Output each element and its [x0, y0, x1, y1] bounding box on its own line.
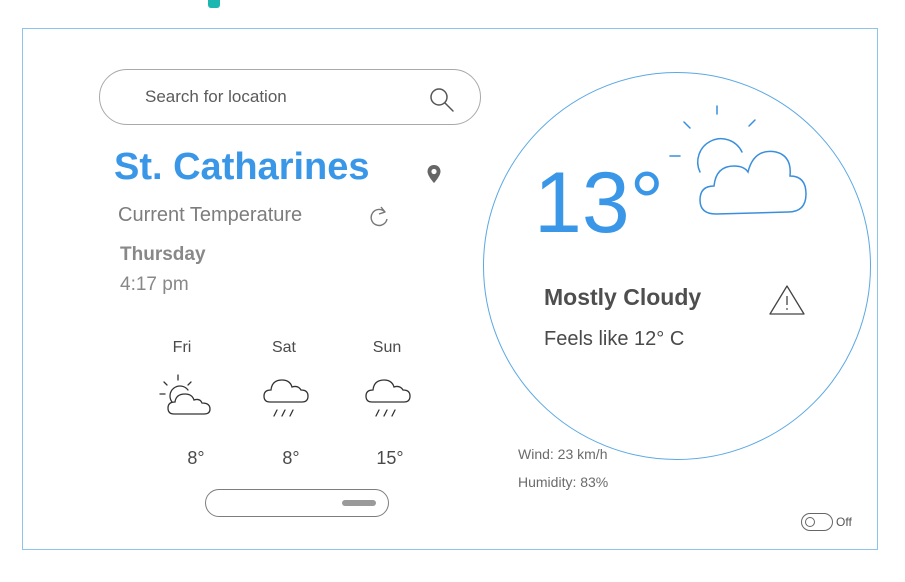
- brand-accent: [208, 0, 220, 8]
- toggle-knob[interactable]: [805, 517, 815, 527]
- city-name: St. Catharines: [114, 146, 370, 188]
- current-temperature-label: Current Temperature: [118, 204, 303, 226]
- forecast-day-fri: Fri: [172, 339, 192, 356]
- toggle-label: Off: [836, 515, 852, 529]
- forecast-temp-sat: 8°: [282, 448, 300, 468]
- warning-icon[interactable]: [767, 283, 807, 317]
- current-time: 4:17 pm: [120, 274, 189, 295]
- weather-condition: Mostly Cloudy: [544, 284, 702, 310]
- search-bar[interactable]: [99, 69, 481, 125]
- rain-cloud-icon: [365, 379, 411, 417]
- current-day: Thursday: [120, 244, 206, 265]
- forecast-temp-sun: 15°: [376, 448, 404, 468]
- location-pin-icon[interactable]: [426, 164, 442, 184]
- search-input[interactable]: [145, 84, 415, 110]
- forecast-day-sat: Sat: [271, 339, 296, 356]
- humidity: Humidity: 83%: [518, 474, 609, 490]
- wind-speed: Wind: 23 km/h: [518, 446, 608, 462]
- forecast-scrollbar[interactable]: [205, 489, 389, 517]
- current-temperature: 13°: [534, 155, 665, 251]
- partly-cloudy-icon: [669, 105, 807, 215]
- refresh-icon[interactable]: [368, 204, 392, 230]
- forecast-temp-fri: 8°: [187, 448, 205, 468]
- search-icon[interactable]: [428, 86, 456, 114]
- feels-like: Feels like 12° C: [544, 328, 685, 350]
- unit-toggle[interactable]: [801, 513, 833, 531]
- rain-cloud-icon: [263, 379, 309, 417]
- scrollbar-thumb[interactable]: [342, 500, 376, 506]
- partly-cloudy-icon: [159, 374, 211, 415]
- forecast-day-sun: Sun: [372, 339, 402, 356]
